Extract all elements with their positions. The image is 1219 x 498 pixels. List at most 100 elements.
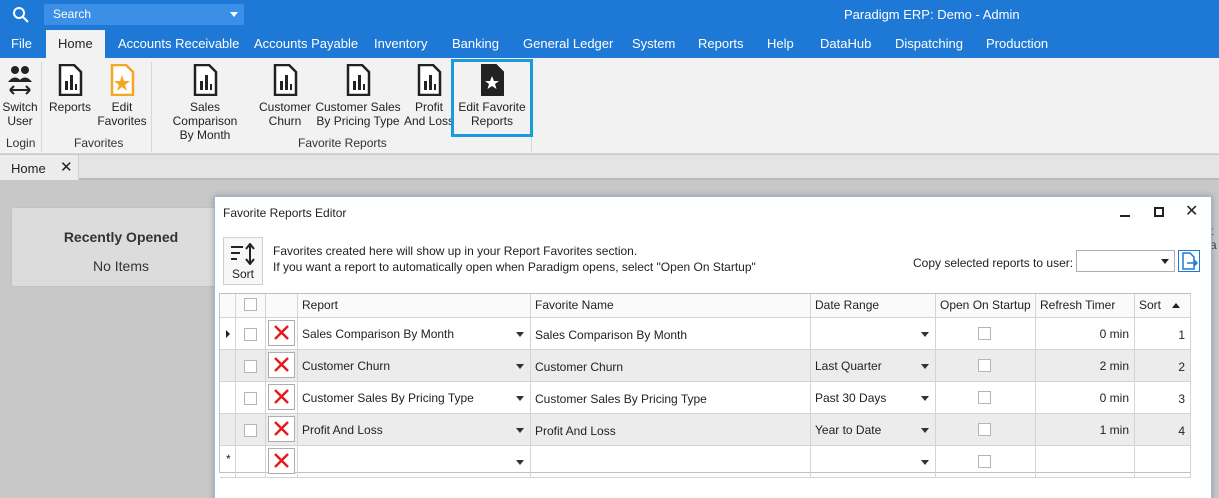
chevron-down-icon[interactable] [921, 428, 929, 433]
customer-churn-button[interactable]: Customer Churn [257, 64, 313, 128]
menu-general-ledger[interactable]: General Ledger [523, 30, 613, 58]
search-input[interactable]: Search [44, 4, 244, 25]
chevron-down-icon[interactable] [921, 396, 929, 401]
sort-cell[interactable]: 1 [1135, 318, 1191, 350]
chevron-down-icon[interactable] [516, 332, 524, 337]
sort-button[interactable]: Sort [223, 237, 263, 285]
delete-cell [266, 382, 298, 414]
menu-accounts-payable[interactable]: Accounts Payable [254, 30, 358, 58]
chevron-down-icon[interactable] [516, 396, 524, 401]
date-range-cell[interactable] [811, 318, 936, 350]
sales-comparison-button[interactable]: Sales Comparison By Month [156, 64, 254, 142]
report-cell[interactable]: Customer Churn [298, 350, 531, 382]
chevron-down-icon[interactable] [921, 364, 929, 369]
sort-cell[interactable]: 2 [1135, 350, 1191, 382]
report-cell[interactable]: Sales Comparison By Month [298, 318, 531, 350]
chevron-down-icon[interactable] [921, 332, 929, 337]
maximize-button[interactable] [1149, 203, 1169, 221]
edit-favorites-button[interactable]: Edit Favorites [96, 64, 148, 128]
open-on-startup-checkbox[interactable] [978, 359, 991, 372]
open-on-startup-cell [936, 382, 1036, 414]
favorite-name-cell[interactable]: Customer Churn [531, 350, 811, 382]
menu-datahub[interactable]: DataHub [820, 30, 871, 58]
switch-user-button[interactable]: Switch User [2, 64, 38, 128]
menu-accounts-receivable[interactable]: Accounts Receivable [118, 30, 239, 58]
menu-help[interactable]: Help [767, 30, 794, 58]
delete-cell [266, 350, 298, 382]
select-all-checkbox[interactable] [244, 298, 257, 311]
delete-row-button[interactable] [268, 320, 295, 346]
report-cell[interactable]: Customer Sales By Pricing Type [298, 382, 531, 414]
column-report[interactable]: Report [298, 294, 531, 318]
column-refresh-timer[interactable]: Refresh Timer [1036, 294, 1135, 318]
copy-to-user-select[interactable] [1076, 250, 1175, 272]
chevron-down-icon[interactable] [516, 364, 524, 369]
refresh-timer-cell[interactable]: 0 min [1036, 382, 1135, 414]
column-sort[interactable]: Sort [1135, 294, 1191, 318]
sort-cell[interactable]: 4 [1135, 414, 1191, 446]
edit-favorites-label-2: Favorites [97, 114, 147, 128]
close-button[interactable]: ✕ [1182, 203, 1202, 221]
menu-dispatching[interactable]: Dispatching [895, 30, 963, 58]
delete-row-button[interactable] [268, 448, 295, 474]
date-range-cell[interactable]: Year to Date [811, 414, 936, 446]
menu-home[interactable]: Home [46, 30, 105, 58]
column-open-on-startup[interactable]: Open On Startup [936, 294, 1036, 318]
favorite-name-cell[interactable]: Profit And Loss [531, 414, 811, 446]
delete-x-icon [274, 421, 289, 436]
open-on-startup-checkbox[interactable] [978, 423, 991, 436]
row-checkbox[interactable] [244, 328, 257, 341]
menu-system[interactable]: System [632, 30, 675, 58]
refresh-timer-cell[interactable]: 2 min [1036, 350, 1135, 382]
delete-cell [266, 446, 298, 478]
chevron-down-icon[interactable] [230, 12, 238, 17]
menu-reports[interactable]: Reports [698, 30, 744, 58]
refresh-timer-value: 0 min [1099, 391, 1129, 405]
menu-banking[interactable]: Banking [452, 30, 499, 58]
reports-button[interactable]: Reports [48, 64, 92, 114]
delete-x-icon [274, 389, 289, 404]
sort-cell[interactable]: 3 [1135, 382, 1191, 414]
row-checkbox[interactable] [244, 392, 257, 405]
refresh-timer-cell[interactable]: 1 min [1036, 414, 1135, 446]
chevron-down-icon[interactable] [516, 428, 524, 433]
menu-file[interactable]: File [11, 30, 32, 58]
delete-row-button[interactable] [268, 384, 295, 410]
chevron-down-icon[interactable] [516, 460, 524, 465]
profit-and-loss-button[interactable]: Profit And Loss [403, 64, 455, 128]
delete-x-icon [274, 325, 289, 340]
sort-cell[interactable] [1135, 446, 1191, 478]
favorite-name-cell[interactable]: Sales Comparison By Month [531, 318, 811, 350]
open-on-startup-checkbox[interactable] [978, 455, 991, 468]
minimize-button[interactable] [1115, 203, 1135, 221]
app-title: Paradigm ERP: Demo - Admin [844, 7, 1020, 22]
report-cell[interactable] [298, 446, 531, 478]
row-checkbox[interactable] [244, 360, 257, 373]
date-range-cell[interactable]: Last Quarter [811, 350, 936, 382]
copy-reports-button[interactable] [1178, 250, 1200, 272]
date-range-cell[interactable]: Past 30 Days [811, 382, 936, 414]
menu-inventory[interactable]: Inventory [374, 30, 427, 58]
column-favorite-name[interactable]: Favorite Name [531, 294, 811, 318]
chevron-down-icon[interactable] [921, 460, 929, 465]
open-on-startup-checkbox[interactable] [978, 327, 991, 340]
row-checkbox[interactable] [244, 424, 257, 437]
search-icon[interactable] [12, 6, 30, 24]
favorite-name-cell[interactable] [531, 446, 811, 478]
refresh-timer-cell[interactable]: 0 min [1036, 318, 1135, 350]
open-on-startup-checkbox[interactable] [978, 391, 991, 404]
refresh-timer-cell[interactable] [1036, 446, 1135, 478]
recently-opened-panel: Recently Opened No Items [11, 207, 231, 287]
favorites-grid: Report Favorite Name Date Range Open On … [219, 293, 1191, 478]
column-date-range[interactable]: Date Range [811, 294, 936, 318]
delete-row-button[interactable] [268, 416, 295, 442]
close-icon[interactable]: ✕ [60, 158, 73, 176]
delete-row-button[interactable] [268, 352, 295, 378]
report-cell[interactable]: Profit And Loss [298, 414, 531, 446]
menu-production[interactable]: Production [986, 30, 1048, 58]
customer-sales-pricing-button[interactable]: Customer Sales By Pricing Type [314, 64, 402, 128]
favorite-name-cell[interactable]: Customer Sales By Pricing Type [531, 382, 811, 414]
date-range-cell[interactable] [811, 446, 936, 478]
tab-home[interactable]: Home ✕ [0, 155, 79, 180]
delete-x-icon [274, 453, 289, 468]
